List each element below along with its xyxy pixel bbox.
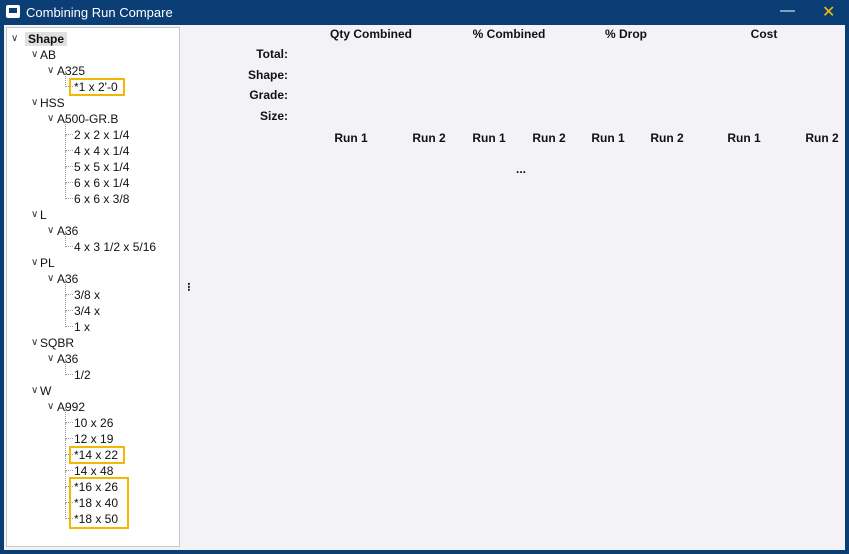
tree-node-label: 3/4 x <box>74 304 101 318</box>
tree-node-label: 14 x 48 <box>74 464 114 478</box>
tree-node-label: *1 x 2'-0 <box>74 80 118 94</box>
run-header: Run 1 <box>334 131 368 145</box>
tree-root[interactable]: ∨ Shape <box>11 31 68 47</box>
run-header: Run 1 <box>727 131 761 145</box>
run-header: Run 1 <box>591 131 625 145</box>
tree-node-label: *14 x 22 <box>74 448 119 462</box>
tree-connector <box>65 231 73 247</box>
tree-connector <box>65 135 73 151</box>
tree-node-label: 3/8 x <box>74 288 101 302</box>
column-header: Cost <box>750 27 778 41</box>
tree-node-label: 12 x 19 <box>74 432 114 446</box>
run-header: Run 1 <box>472 131 506 145</box>
tree-node-label: 1/2 <box>74 368 91 382</box>
tree-connector <box>65 151 73 167</box>
tree-node-label: W <box>40 384 52 398</box>
tree-node[interactable]: *14 x 22 <box>69 446 126 464</box>
tree-node-label: 4 x 3 1/2 x 5/16 <box>74 240 157 254</box>
shape-tree[interactable]: ∨ Shape ∨ AB ∨ A325 *1 x 2'-0 ∨ HSS ∨ A500-GR.B 2… <box>6 27 180 547</box>
row-label: Grade: <box>249 88 288 103</box>
tree-node[interactable]: 5 x 5 x 1/4 <box>74 159 129 175</box>
column-header: Qty Combined <box>329 27 413 41</box>
client-area: ∨ Shape ∨ AB ∨ A325 *1 x 2'-0 ∨ HSS ∨ A500-GR.B 2… <box>4 25 845 550</box>
tree-node[interactable]: *1 x 2'-0 <box>69 78 125 96</box>
tree-node-label: 6 x 6 x 3/8 <box>74 192 130 206</box>
tree-node-label: PL <box>40 256 55 270</box>
tree-node[interactable]: 12 x 19 <box>74 431 113 447</box>
close-button[interactable]: ✕ <box>822 2 835 22</box>
tree-node[interactable]: 4 x 3 1/2 x 5/16 <box>74 239 156 255</box>
run-header: Run 2 <box>650 131 684 145</box>
tree-connector <box>65 295 73 311</box>
tree-connector <box>65 119 73 135</box>
chevron-down-icon[interactable]: ∨ <box>11 31 23 47</box>
tree-connector <box>65 279 73 295</box>
app-icon <box>6 5 20 18</box>
window-title: Combining Run Compare <box>26 5 173 20</box>
tree-node-label: L <box>40 208 47 222</box>
column-header: % Drop <box>605 27 647 41</box>
run-header: Run 2 <box>805 131 839 145</box>
minimize-button[interactable]: — <box>780 2 795 19</box>
tree-connector <box>65 359 73 375</box>
tree-node-label: 2 x 2 x 1/4 <box>74 128 130 142</box>
title-bar: Combining Run Compare — ✕ <box>0 0 849 25</box>
tree-node-label: SQBR <box>40 336 75 350</box>
tree-node[interactable]: 3/4 x <box>74 303 100 319</box>
compare-panel: ⁝ ... Qty Combined % Combined % Drop Cost To… <box>180 25 845 550</box>
row-label: Total: <box>256 47 288 61</box>
row-label: Shape: <box>247 67 288 82</box>
tree-node-label: 10 x 26 <box>74 416 114 430</box>
tree-node[interactable]: 6 x 6 x 3/8 <box>74 191 129 207</box>
tree-node[interactable]: PL <box>40 255 55 271</box>
tree-node-label: 1 x <box>74 320 91 334</box>
tree-node[interactable]: 1/2 <box>74 367 91 383</box>
tree-node-label: AB <box>40 48 57 62</box>
column-header: % Combined <box>472 27 546 41</box>
tree-node[interactable]: 3/8 x <box>74 287 100 303</box>
tree-root-label[interactable]: Shape <box>25 32 68 46</box>
tree-connector <box>65 167 73 183</box>
run-header: Run 2 <box>532 131 566 145</box>
tree-node[interactable]: W <box>40 383 51 399</box>
tree-connector <box>65 183 73 199</box>
tree-connector <box>65 423 73 439</box>
tree-node[interactable]: 10 x 26 <box>74 415 113 431</box>
tree-node[interactable]: 1 x <box>74 319 90 335</box>
tree-node[interactable]: 6 x 6 x 1/4 <box>74 175 129 191</box>
tree-node[interactable]: 4 x 4 x 1/4 <box>74 143 129 159</box>
tree-connector <box>65 311 73 327</box>
tree-node-label: 4 x 4 x 1/4 <box>74 144 130 158</box>
run-header: Run 2 <box>412 131 446 145</box>
tree-connector <box>65 455 73 471</box>
tree-node[interactable]: AB <box>40 47 56 63</box>
highlight-group <box>69 477 129 529</box>
tree-connector <box>65 407 73 423</box>
row-label: Size: <box>259 109 288 124</box>
tree-node[interactable]: L <box>40 207 47 223</box>
ellipsis: ... <box>515 162 527 176</box>
splitter-handle[interactable]: ⁝ <box>187 280 191 294</box>
tree-node-label: 5 x 5 x 1/4 <box>74 160 130 174</box>
tree-node[interactable]: HSS <box>40 95 65 111</box>
tree-node-label: 6 x 6 x 1/4 <box>74 176 130 190</box>
tree-node[interactable]: SQBR <box>40 335 74 351</box>
tree-node[interactable]: 2 x 2 x 1/4 <box>74 127 129 143</box>
tree-node-label: HSS <box>40 96 65 110</box>
